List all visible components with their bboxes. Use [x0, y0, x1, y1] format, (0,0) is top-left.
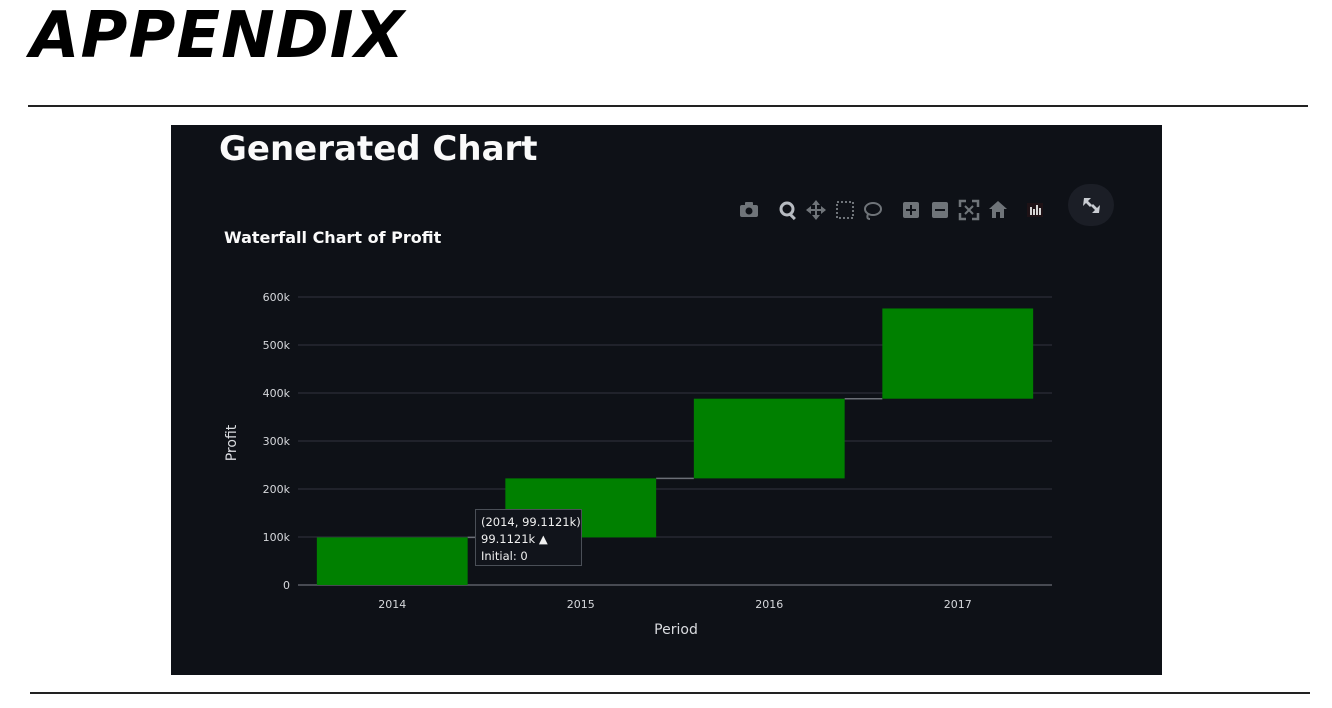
x-tick-label: 2016 [755, 598, 783, 611]
waterfall-bar[interactable] [882, 308, 1034, 399]
tooltip-line-2: 99.1121k ▲ [481, 532, 548, 546]
y-tick-label: 100k [263, 531, 291, 544]
chart-title: Waterfall Chart of Profit [224, 228, 442, 247]
tooltip-line-1: (2014, 99.1121k) [481, 515, 581, 529]
x-tick-label: 2014 [378, 598, 406, 611]
tooltip-line-3: Initial: 0 [481, 549, 528, 563]
pan-icon[interactable] [806, 200, 826, 220]
waterfall-chart[interactable]: Waterfall Chart of Profit 0 100k 200k 300k 4… [171, 125, 1162, 675]
x-tick-label: 2015 [567, 598, 595, 611]
bars [316, 308, 1034, 585]
y-tick-label: 400k [263, 387, 291, 400]
lasso-icon[interactable] [864, 202, 882, 220]
top-divider [28, 105, 1308, 107]
y-axis-ticks: 0 100k 200k 300k 400k 500k 600k [263, 291, 291, 592]
modebar [740, 199, 1043, 221]
zoom-icon[interactable] [779, 201, 796, 221]
box-select-icon[interactable] [836, 201, 854, 219]
x-tick-label: 2017 [944, 598, 972, 611]
y-tick-label: 200k [263, 483, 291, 496]
x-axis-label: Period [654, 622, 698, 638]
plotly-logo-icon[interactable] [1027, 203, 1043, 217]
waterfall-bar[interactable] [693, 398, 845, 479]
page-heading: APPENDIX [30, 0, 405, 73]
y-tick-label: 600k [263, 291, 291, 304]
waterfall-bar[interactable] [316, 537, 468, 585]
bottom-divider [30, 692, 1310, 694]
zoom-out-icon[interactable] [932, 202, 948, 218]
y-tick-label: 300k [263, 435, 291, 448]
y-tick-label: 500k [263, 339, 291, 352]
reset-axes-icon[interactable] [989, 201, 1007, 218]
y-tick-label: 0 [283, 579, 290, 592]
x-axis-ticks: 2014 2015 2016 2017 [378, 598, 972, 611]
chart-panel: Generated Chart Waterfall Chart of Profi… [171, 125, 1162, 675]
hover-tooltip: (2014, 99.1121k) 99.1121k ▲ Initial: 0 [475, 509, 582, 566]
y-axis-label: Profit [224, 424, 240, 461]
camera-icon[interactable] [740, 202, 758, 217]
autoscale-icon[interactable] [958, 199, 980, 221]
zoom-in-icon[interactable] [903, 202, 919, 218]
